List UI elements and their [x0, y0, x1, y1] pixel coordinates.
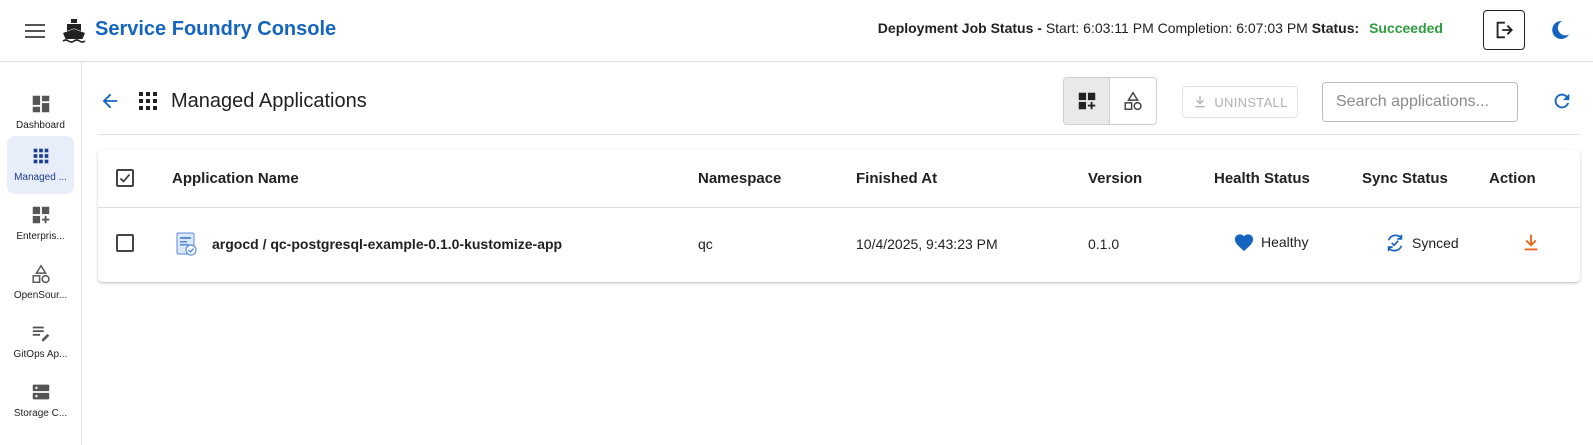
apps-grid-icon [33, 148, 48, 164]
uninstall-label: UNINSTALL [1214, 94, 1288, 110]
table-row[interactable]: argocd / qc-postgresql-example-0.1.0-kus… [98, 208, 1580, 280]
refresh-icon[interactable] [1551, 90, 1573, 112]
column-header-finished-at[interactable]: Finished At [856, 170, 937, 187]
row-checkbox[interactable] [116, 234, 134, 252]
sidebar: Dashboard Managed ... Enterpris... OpenS… [0, 62, 82, 445]
toolbar-divider [98, 134, 1580, 135]
table-header: Application Name Namespace Finished At V… [98, 150, 1580, 208]
sidebar-item-label: Enterpris... [16, 231, 65, 242]
logout-icon [1496, 21, 1513, 39]
job-start-time: Start: 6:03:11 PM [1045, 20, 1154, 36]
storage-icon [32, 384, 49, 400]
select-all-checkbox[interactable] [116, 169, 134, 187]
namespace-cell: qc [698, 236, 713, 252]
view-opensource-button[interactable] [1110, 78, 1156, 124]
sync-status-text: Synced [1412, 235, 1459, 251]
column-header-namespace[interactable]: Namespace [698, 170, 781, 187]
view-managed-button[interactable] [1064, 78, 1111, 124]
sidebar-item-label: GitOps Ap... [13, 349, 68, 360]
deployment-job-status: Deployment Job Status - Start: 6:03:11 P… [878, 20, 1443, 36]
heart-icon [1234, 234, 1254, 252]
install-download-icon[interactable] [1520, 232, 1542, 254]
shapes-icon [1124, 91, 1142, 111]
uninstall-button[interactable]: UNINSTALL [1182, 86, 1298, 118]
add-grid-icon [32, 206, 49, 224]
menu-icon[interactable] [22, 18, 48, 44]
sidebar-item-label: Storage C... [13, 408, 68, 419]
applications-table: Application Name Namespace Finished At V… [98, 150, 1580, 282]
sidebar-item-label: Dashboard [16, 120, 65, 131]
sync-status-cell: Synced [1384, 232, 1459, 254]
job-completion-time: Completion: 6:07:03 PM [1157, 20, 1308, 36]
job-status-value: Succeeded [1369, 20, 1443, 36]
column-header-action: Action [1489, 170, 1536, 187]
version-cell: 0.1.0 [1088, 236, 1120, 252]
download-icon [1195, 96, 1206, 108]
add-grid-icon [1078, 92, 1095, 110]
column-header-application-name[interactable]: Application Name [172, 170, 299, 187]
column-header-version[interactable]: Version [1088, 170, 1142, 187]
search-input[interactable] [1322, 82, 1518, 122]
sync-check-icon [1387, 234, 1403, 252]
sidebar-item-dashboard[interactable]: Dashboard [7, 84, 74, 142]
sidebar-item-managed[interactable]: Managed ... [7, 136, 74, 194]
ship-logo-icon [62, 17, 86, 43]
dashboard-icon [32, 95, 49, 113]
job-status-key: Status: [1311, 20, 1360, 36]
column-header-sync-status[interactable]: Sync Status [1362, 170, 1448, 187]
shapes-icon [31, 264, 50, 284]
edit-list-icon [32, 326, 49, 342]
back-arrow-icon[interactable] [99, 90, 121, 112]
sidebar-item-label: Managed ... [14, 172, 67, 183]
apps-grid-icon [139, 92, 157, 110]
application-icon [175, 232, 199, 258]
app-title: Service Foundry Console [95, 18, 337, 40]
finished-at-cell: 10/4/2025, 9:43:23 PM [856, 236, 998, 252]
job-status-label: Deployment Job Status - [877, 20, 1042, 36]
health-status-cell: Healthy [1233, 232, 1308, 252]
sidebar-item-opensource[interactable]: OpenSour... [7, 254, 74, 312]
health-status-text: Healthy [1261, 234, 1309, 250]
sidebar-item-enterprise[interactable]: Enterpris... [7, 195, 74, 253]
logout-button[interactable] [1483, 10, 1525, 50]
application-name[interactable]: argocd / qc-postgresql-example-0.1.0-kus… [212, 236, 562, 252]
theme-toggle-moon-icon[interactable] [1548, 18, 1572, 42]
column-header-health-status[interactable]: Health Status [1214, 170, 1310, 187]
sidebar-item-storage[interactable]: Storage C... [7, 372, 74, 430]
sidebar-item-label: OpenSour... [13, 290, 68, 301]
view-toggle-group [1063, 77, 1157, 125]
app-header: Service Foundry Console Deployment Job S… [0, 0, 1593, 62]
sidebar-item-gitops[interactable]: GitOps Ap... [7, 313, 74, 371]
page-title: Managed Applications [171, 90, 367, 112]
